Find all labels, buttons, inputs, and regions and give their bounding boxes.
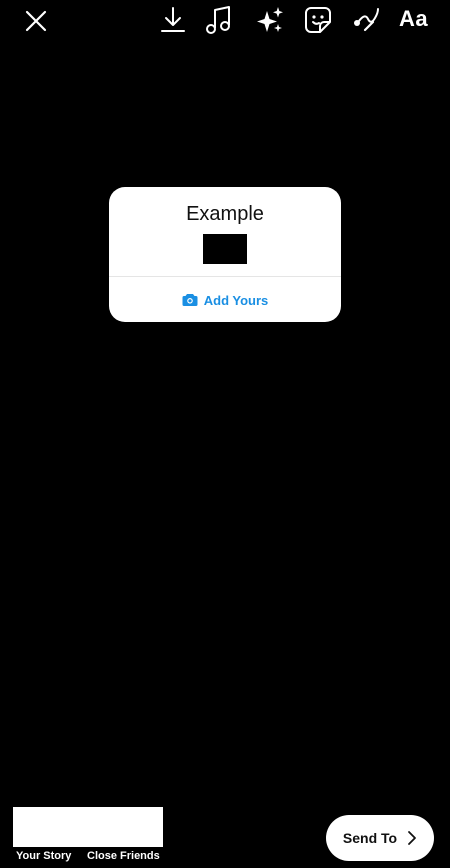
- camera-icon: [182, 293, 198, 307]
- sticker-divider: [109, 276, 341, 277]
- add-yours-button[interactable]: Add Yours: [109, 287, 341, 313]
- sticker-icon[interactable]: [303, 5, 333, 35]
- draw-icon[interactable]: [351, 5, 381, 35]
- your-story-button[interactable]: Your Story: [16, 850, 71, 862]
- close-icon[interactable]: [24, 9, 48, 33]
- share-destinations-box[interactable]: [13, 807, 163, 847]
- sticker-thumbnail: [203, 234, 247, 264]
- text-tool-button[interactable]: Aa: [399, 6, 428, 32]
- send-to-label: Send To: [342, 830, 398, 846]
- download-icon[interactable]: [160, 6, 186, 34]
- sticker-title: Example: [186, 203, 264, 225]
- close-friends-button[interactable]: Close Friends: [87, 850, 160, 862]
- add-yours-sticker[interactable]: Example Add Yours: [109, 187, 341, 322]
- add-yours-label: Add Yours: [203, 292, 269, 308]
- music-icon[interactable]: [205, 5, 233, 35]
- chevron-right-icon: [407, 830, 417, 846]
- send-to-button[interactable]: Send To: [326, 815, 434, 861]
- effects-sparkle-icon[interactable]: [255, 5, 285, 35]
